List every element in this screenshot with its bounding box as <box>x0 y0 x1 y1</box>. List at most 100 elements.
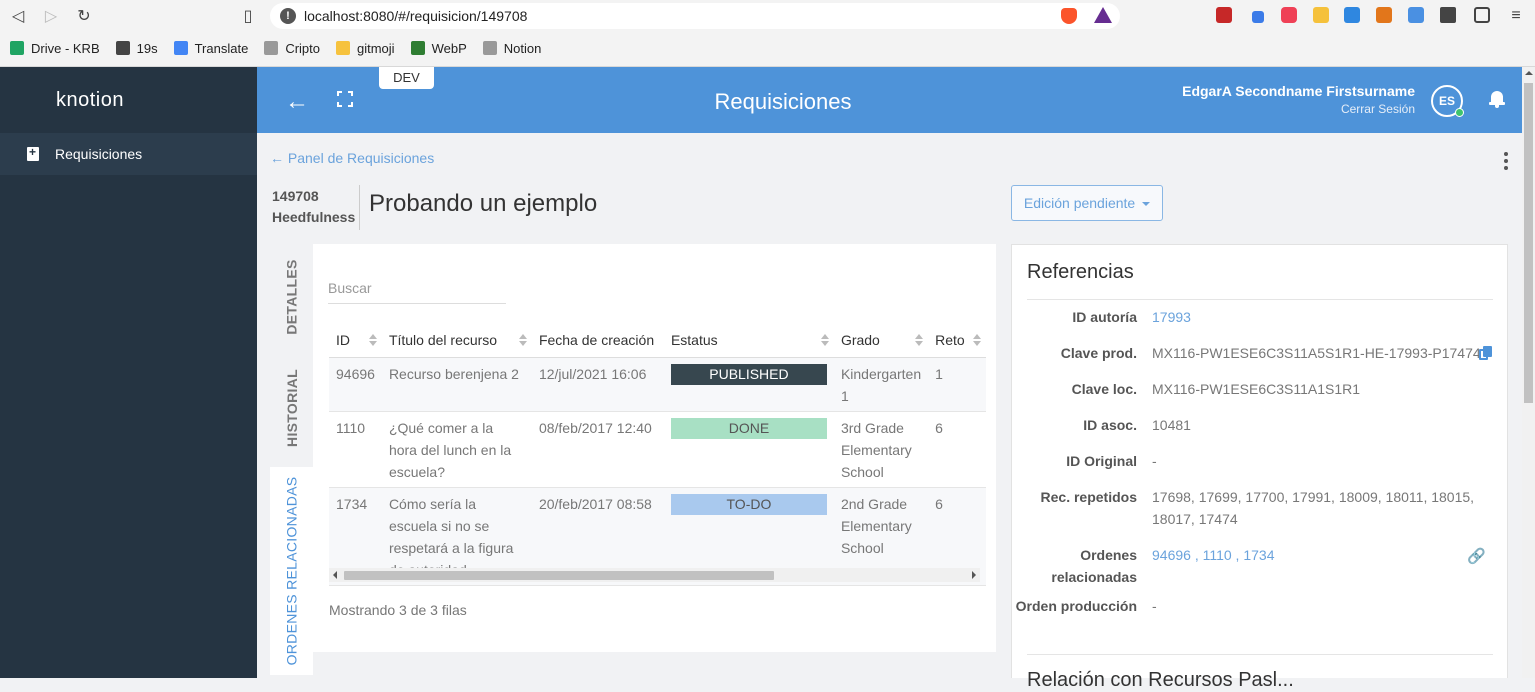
brave-shield-icon[interactable] <box>1061 8 1077 24</box>
status-badge: PUBLISHED <box>670 363 827 385</box>
bookmark-item[interactable]: 19s <box>115 41 158 56</box>
menu-icon[interactable]: ≡ <box>1504 4 1528 28</box>
extension-icon[interactable] <box>1216 7 1232 23</box>
address-bar[interactable]: ! localhost:8080/#/requisicion/149708 <box>270 3 1120 29</box>
ref-value-link[interactable]: 17993 <box>1152 306 1482 328</box>
bookmark-item[interactable]: Drive - KRB <box>10 41 100 56</box>
ref-value: MX116-PW1ESE6C3S11A1S1R1 <box>1152 381 1361 397</box>
metamask-icon[interactable] <box>1376 7 1392 23</box>
logout-link[interactable]: Cerrar Sesión <box>1182 102 1415 116</box>
tab-historial[interactable]: HISTORIAL <box>270 349 313 467</box>
sort-icon <box>518 334 527 346</box>
scroll-up-icon <box>1525 71 1533 75</box>
tab-detalles[interactable]: DETALLES <box>270 244 313 349</box>
ref-value-link[interactable]: 94696 , 1110 , 1734 <box>1152 544 1482 566</box>
app-logo[interactable]: knotion <box>56 89 124 112</box>
horizontal-scrollbar[interactable] <box>329 568 980 582</box>
column-header-grade[interactable]: Grado <box>833 324 929 358</box>
pocket-icon[interactable] <box>1281 7 1297 23</box>
ref-label: Clave prod. <box>1060 345 1137 361</box>
browser-chrome: ◁ ▷ ↻ ▯ ! localhost:8080/#/requisicion/1… <box>0 0 1535 67</box>
puzzle-icon[interactable] <box>1440 7 1456 23</box>
translate-icon <box>173 41 188 55</box>
column-header-date[interactable]: Fecha de creación <box>531 324 664 358</box>
column-header-status[interactable]: Estatus <box>663 324 834 358</box>
sort-icon <box>820 334 829 346</box>
bookmark-favicon-icon <box>115 41 130 55</box>
breadcrumb[interactable]: ← Panel de Requisiciones <box>270 150 434 166</box>
ref-value: 10481 <box>1152 417 1191 433</box>
requisition-meta: 149708 Heedfulness <box>272 186 355 228</box>
caret-down-icon <box>1142 202 1151 207</box>
ref-value: MX116-PW1ESE6C3S11A5S1R1-HE-17993-P17474 <box>1152 345 1481 361</box>
requisition-owner: Heedfulness <box>272 209 356 225</box>
cell-id: 1110 <box>329 411 382 488</box>
avatar[interactable]: ES <box>1431 85 1464 117</box>
scroll-thumb <box>344 571 774 580</box>
search-input[interactable]: Buscar <box>328 278 506 304</box>
table-row[interactable]: 1110 ¿Qué comer a la hora del lunch en l… <box>329 411 987 488</box>
page-title: Requisiciones <box>714 89 852 114</box>
drive-icon <box>10 41 24 55</box>
bookmark-item[interactable]: gitmoji <box>336 41 395 56</box>
cell-reto: 1 <box>928 357 987 412</box>
bat-rewards-icon[interactable] <box>1094 7 1112 23</box>
extension-icon[interactable] <box>1344 7 1360 23</box>
status-badge: DONE <box>670 417 827 439</box>
bookmark-item[interactable]: Cripto <box>264 41 320 56</box>
bookmark-icon[interactable]: ▯ <box>236 4 260 28</box>
sidebar-item-requisiciones[interactable]: Requisiciones <box>0 133 257 175</box>
column-header-title[interactable]: Título del recurso <box>381 324 532 358</box>
status-dropdown-button[interactable]: Edición pendiente <box>1011 185 1163 221</box>
env-badge: DEV <box>379 67 434 89</box>
status-badge: TO-DO <box>670 493 827 515</box>
bookmarks-bar: Drive - KRB 19s Translate Cripto gitmoji… <box>10 38 557 58</box>
tab-ordenes-relacionadas[interactable]: ORDENES RELACIONADAS <box>270 467 313 675</box>
cell-status: DONE <box>663 411 834 488</box>
scroll-left-icon <box>333 571 337 579</box>
gitmoji-icon <box>336 41 350 55</box>
site-info-icon[interactable]: ! <box>280 8 296 24</box>
url-text[interactable]: localhost:8080/#/requisicion/149708 <box>304 8 527 24</box>
ordenes-panel: Buscar ID Título del recurso Fecha de cr… <box>313 244 996 652</box>
references-panel: Referencias ID autoría 17993 Clave prod. M… <box>1011 244 1508 691</box>
column-header-reto[interactable]: Reto <box>928 324 987 358</box>
ref-label: ID autoría <box>1072 309 1137 325</box>
copy-icon[interactable] <box>1479 346 1493 360</box>
lock-extension-icon[interactable] <box>1313 7 1329 23</box>
bookmark-item[interactable]: Notion <box>482 41 541 56</box>
ref-value: 17698, 17699, 17700, 17991, 18009, 18011… <box>1152 489 1475 527</box>
cell-status: PUBLISHED <box>663 357 834 412</box>
table-footer: Mostrando 3 de 3 filas <box>329 602 467 618</box>
ref-label: Clave loc. <box>1071 381 1137 397</box>
extension-icon[interactable] <box>1252 11 1264 23</box>
cell-title: Recurso berenjena 2 <box>381 357 532 412</box>
tab-label: ORDENES RELACIONADAS <box>283 476 300 666</box>
wallet-icon[interactable] <box>1474 7 1490 23</box>
requisition-id: 149708 <box>272 188 319 204</box>
avatar-initials: ES <box>1438 94 1455 108</box>
cell-grade: Kindergarten 1 <box>833 357 929 412</box>
sort-icon <box>973 334 982 346</box>
sidebar-item-label: Requisiciones <box>55 146 143 162</box>
extension-icon[interactable] <box>1408 7 1424 23</box>
sort-icon <box>368 334 377 346</box>
user-info: EdgarA Secondname Firstsurname Cerrar Se… <box>1182 83 1415 116</box>
reload-icon[interactable]: ↻ <box>72 4 96 28</box>
user-name: EdgarA Secondname Firstsurname <box>1182 83 1415 99</box>
divider <box>1027 299 1493 300</box>
bookmark-item[interactable]: Translate <box>173 41 248 56</box>
bell-icon[interactable] <box>1489 91 1505 108</box>
references-title: Referencias <box>1027 261 1134 283</box>
page-scrollbar[interactable] <box>1522 67 1535 678</box>
bookmark-item[interactable]: WebP <box>410 41 467 56</box>
requisition-title: Probando un ejemplo <box>369 190 598 217</box>
webp-icon <box>410 41 425 55</box>
link-icon[interactable]: 🔗 <box>1467 547 1486 565</box>
back-nav-icon[interactable]: ◁ <box>6 4 30 28</box>
more-options-icon[interactable] <box>1504 152 1510 173</box>
column-header-id[interactable]: ID <box>329 324 382 358</box>
forward-nav-icon[interactable]: ▷ <box>39 4 63 28</box>
table-row[interactable]: 94696 Recurso berenjena 2 12/jul/2021 16… <box>329 357 987 412</box>
ref-value: - <box>1152 598 1157 614</box>
